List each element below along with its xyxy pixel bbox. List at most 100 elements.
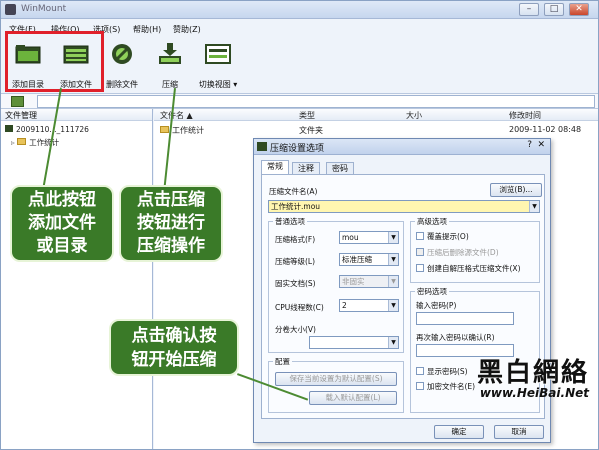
self-extract-checkbox[interactable] — [416, 264, 424, 272]
volume-label: 分卷大小(V) — [275, 325, 316, 334]
watermark: 黑白網絡 www.HeiBai.Net — [477, 352, 589, 400]
chevron-down-icon: ▼ — [388, 254, 398, 265]
encrypt-names-label: 加密文件名(E) — [427, 382, 476, 391]
solid-value: 非固实 — [342, 277, 365, 286]
load-default-button[interactable]: 载入默认配置(L) — [309, 391, 397, 405]
watermark-logo-text: 黑白網絡 — [476, 358, 589, 388]
show-password-checkbox[interactable] — [416, 367, 424, 375]
common-options-label: 普通选项 — [273, 216, 307, 227]
file-modified: 2009-11-02 08:48 — [509, 125, 582, 134]
annotation-line: 点击压缩 — [137, 190, 205, 210]
annotation-line: 钮开始压缩 — [131, 350, 217, 370]
overwrite-prompt-checkbox[interactable] — [416, 232, 424, 240]
file-type: 文件夹 — [299, 126, 323, 135]
delete-source-checkbox[interactable] — [416, 248, 424, 256]
config-label: 配置 — [273, 356, 292, 367]
cpu-select[interactable]: 2 ▼ — [339, 299, 399, 312]
save-default-button[interactable]: 保存当前设置为默认配置(S) — [275, 372, 397, 386]
annotation-line: 压缩操作 — [137, 236, 205, 256]
tab-general[interactable]: 常规 — [261, 160, 289, 175]
archive-icon — [5, 125, 13, 132]
format-value: mou — [342, 233, 359, 242]
menu-help[interactable]: 帮助(H) — [133, 24, 161, 35]
dialog-help-button[interactable]: ? — [527, 140, 532, 150]
format-label: 压缩格式(F) — [275, 235, 316, 244]
chevron-down-icon: ▼ — [388, 337, 398, 348]
self-extract-label: 创建自解压格式压缩文件(X) — [427, 264, 521, 273]
dialog-title-bar: 压缩设置选项 ? ✕ — [254, 139, 550, 155]
app-icon — [5, 4, 16, 15]
dialog-close-button[interactable]: ✕ — [537, 140, 545, 150]
dialog-icon — [257, 142, 267, 151]
advanced-options-group: 高级选项 覆盖提示(O) 压缩后删除源文件(D) 创建自解压格式压缩文件(X) — [410, 216, 540, 283]
view-switch-icon — [205, 44, 231, 64]
config-group: 配置 保存当前设置为默认配置(S) 载入默认配置(L) — [268, 356, 404, 413]
col-size[interactable]: 大小 — [406, 110, 422, 121]
password-label: 输入密码(P) — [416, 301, 457, 310]
chevron-down-icon: ▼ — [388, 300, 398, 311]
tree-item-archive[interactable]: 2009110..._111726 — [5, 125, 89, 134]
annotation-confirm: 点击确认按 钮开始压缩 — [109, 319, 239, 376]
solid-select[interactable]: 非固实 ▼ — [339, 275, 399, 288]
cpu-value: 2 — [342, 301, 347, 310]
window-title: WinMount — [21, 4, 67, 14]
file-row-name[interactable]: 工作统计 — [160, 125, 204, 136]
annotation-line: 点击确认按 — [131, 326, 217, 346]
password-confirm-label: 再次输入密码以确认(R) — [416, 333, 495, 342]
file-name: 工作统计 — [172, 126, 204, 135]
compress-button[interactable]: 压缩 — [147, 41, 193, 89]
col-name[interactable]: 文件名 ▲ — [160, 110, 193, 121]
tree-header: 文件管理 — [1, 109, 152, 121]
format-select[interactable]: mou ▼ — [339, 231, 399, 244]
close-button[interactable]: ✕ — [569, 3, 589, 16]
dialog-title: 压缩设置选项 — [270, 144, 325, 154]
watermark-url: www.HeiBai.Net — [479, 386, 589, 400]
tree-item-folder-label: 工作统计 — [29, 138, 60, 147]
minimize-button[interactable]: – — [519, 3, 539, 16]
delete-source-label: 压缩后删除源文件(D) — [427, 248, 499, 257]
advanced-options-label: 高级选项 — [415, 216, 449, 227]
delete-file-button[interactable]: 删除文件 — [99, 41, 145, 89]
chevron-down-icon: ▼ — [529, 201, 539, 212]
col-modified[interactable]: 修改时间 — [509, 110, 541, 121]
delete-icon — [112, 44, 132, 64]
path-input[interactable] — [37, 95, 595, 108]
volume-select[interactable]: ▼ — [309, 336, 399, 349]
folder-icon — [160, 126, 169, 133]
archive-name-input[interactable]: 工作统计.mou ▼ — [268, 200, 540, 213]
compress-icon — [159, 43, 181, 64]
highlight-box — [5, 31, 104, 92]
col-type[interactable]: 类型 — [299, 110, 315, 121]
level-select[interactable]: 标准压缩 ▼ — [339, 253, 399, 266]
up-folder-button[interactable] — [11, 96, 24, 107]
browse-button[interactable]: 浏览(B)... — [490, 183, 542, 197]
chevron-down-icon: ▼ — [388, 232, 398, 243]
annotation-compress: 点击压缩 按钮进行 压缩操作 — [119, 185, 223, 262]
cancel-button[interactable]: 取消 — [494, 425, 544, 439]
annotation-line: 或目录 — [36, 236, 88, 256]
folder-tree-pane: 文件管理 2009110..._111726 ▹ 工作统计 — [1, 109, 153, 449]
switch-view-button[interactable]: 切换视图 ▾ — [195, 41, 241, 89]
level-value: 标准压缩 — [342, 255, 372, 264]
annotation-line: 按钮进行 — [137, 213, 205, 233]
annotation-line: 添加文件 — [28, 213, 96, 233]
solid-label: 固实文档(S) — [275, 279, 316, 288]
archive-name-value: 工作统计.mou — [271, 202, 321, 211]
title-bar: WinMount – □ ✕ — [1, 1, 598, 19]
menu-sponsor[interactable]: 赞助(Z) — [173, 24, 201, 35]
annotation-line: 点此按钮 — [28, 190, 96, 210]
common-options-group: 普通选项 压缩格式(F) mou ▼ 压缩等级(L) 标准压缩 ▼ 固实文档(S) … — [268, 216, 404, 353]
cpu-label: CPU线程数(C) — [275, 303, 324, 312]
archive-name-label: 压缩文件名(A) — [269, 187, 318, 196]
folder-icon — [17, 138, 27, 145]
chevron-down-icon: ▼ — [388, 276, 398, 287]
level-label: 压缩等级(L) — [275, 257, 316, 266]
encrypt-names-checkbox[interactable] — [416, 382, 424, 390]
maximize-button[interactable]: □ — [544, 3, 564, 16]
overwrite-prompt-label: 覆盖提示(O) — [427, 232, 469, 241]
password-input[interactable] — [416, 312, 514, 325]
ok-button[interactable]: 确定 — [434, 425, 484, 439]
password-options-label: 密码选项 — [415, 286, 449, 297]
show-password-label: 显示密码(S) — [427, 367, 468, 376]
annotation-add-file: 点此按钮 添加文件 或目录 — [10, 185, 114, 262]
